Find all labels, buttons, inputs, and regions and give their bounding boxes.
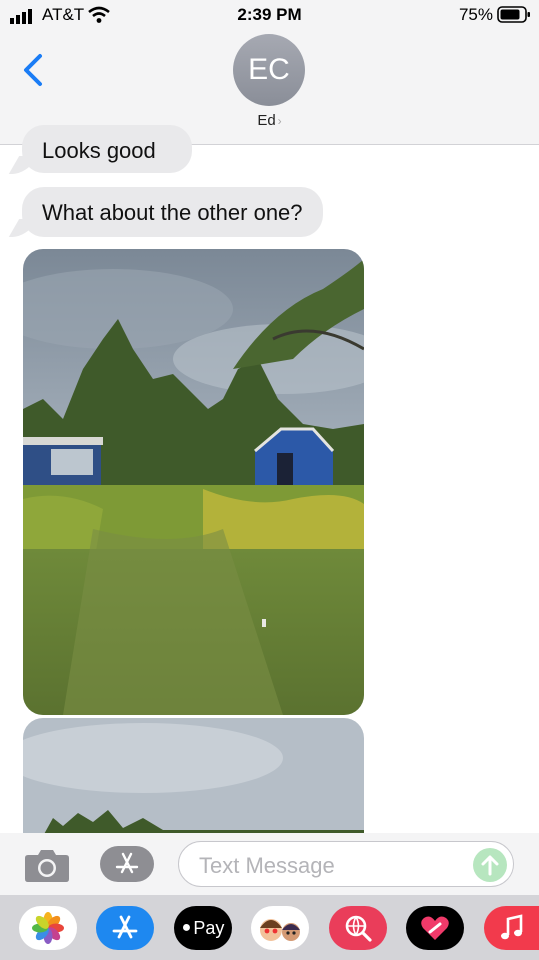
camera-icon[interactable] bbox=[24, 847, 70, 883]
avatar-initials: EC bbox=[248, 53, 290, 86]
compose-bar bbox=[0, 833, 539, 895]
contact-avatar[interactable]: EC bbox=[233, 34, 305, 106]
battery-icon bbox=[497, 6, 530, 23]
appstore-icon bbox=[112, 915, 138, 939]
chevron-right-icon: › bbox=[277, 114, 282, 128]
message-text: What about the other one? bbox=[42, 200, 303, 225]
apple-pay-label: Pay bbox=[193, 917, 225, 938]
web-search-app-button[interactable] bbox=[329, 906, 387, 950]
digital-touch-app-button[interactable] bbox=[406, 906, 464, 950]
message-input[interactable] bbox=[197, 852, 461, 880]
music-icon bbox=[500, 914, 522, 940]
memoji-app-button[interactable] bbox=[251, 906, 309, 950]
app-store-app-button[interactable] bbox=[96, 906, 154, 950]
photos-icon bbox=[32, 912, 64, 944]
status-bar: AT&T 2:39 PM 75% bbox=[0, 0, 539, 32]
music-app-button[interactable] bbox=[484, 906, 539, 950]
message-field[interactable] bbox=[178, 841, 514, 887]
message-bubble-incoming[interactable]: What about the other one? bbox=[22, 187, 323, 237]
app-store-button[interactable] bbox=[100, 846, 154, 882]
message-photo[interactable] bbox=[23, 718, 364, 838]
send-button[interactable] bbox=[473, 848, 507, 882]
apple-icon: ● bbox=[181, 919, 192, 936]
memoji-icon bbox=[260, 919, 300, 941]
app-store-icon bbox=[115, 852, 139, 874]
digital-touch-icon bbox=[421, 916, 449, 940]
message-bubble-incoming[interactable]: Looks good bbox=[22, 125, 192, 173]
contact-name: Ed bbox=[257, 112, 276, 129]
battery-percentage: 75% bbox=[458, 5, 493, 24]
message-text: Looks good bbox=[42, 138, 156, 163]
imessage-app-drawer: ● Pay bbox=[0, 895, 539, 960]
message-photo[interactable] bbox=[23, 249, 364, 715]
sky-photo bbox=[23, 718, 364, 838]
back-chevron-icon[interactable] bbox=[20, 52, 50, 88]
yard-shed-photo bbox=[23, 249, 364, 715]
arrow-up-icon bbox=[481, 855, 499, 876]
apple-pay-button[interactable]: ● Pay bbox=[174, 906, 232, 950]
web-search-icon bbox=[345, 915, 372, 942]
photos-app-button[interactable] bbox=[19, 906, 77, 950]
